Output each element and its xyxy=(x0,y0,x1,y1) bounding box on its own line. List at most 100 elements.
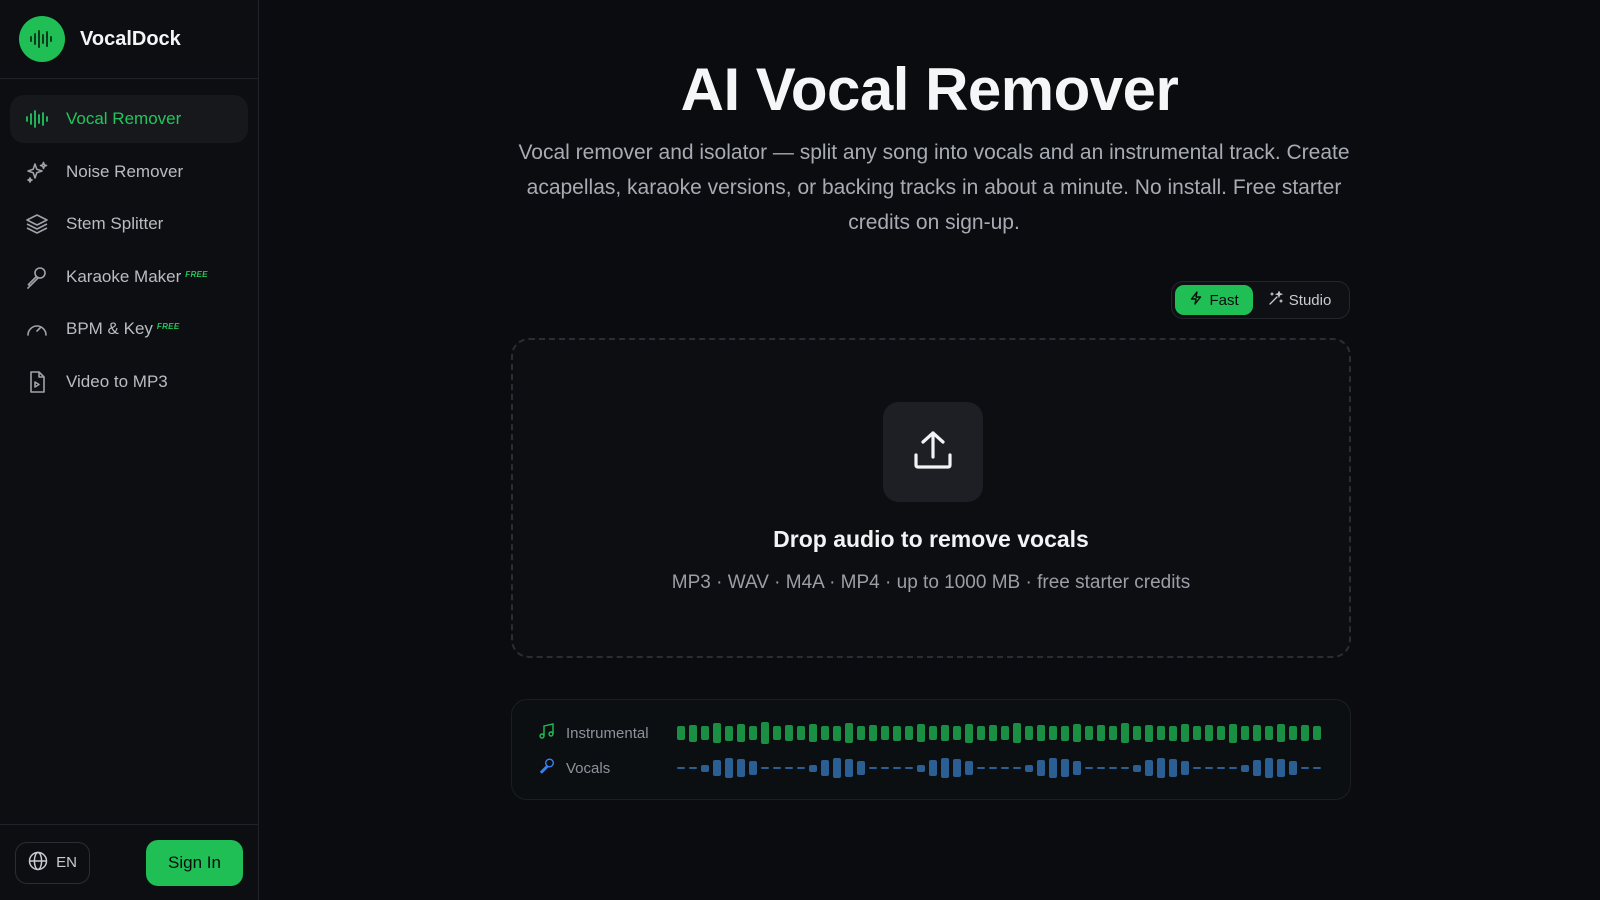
upload-button[interactable] xyxy=(883,402,983,502)
sparkles-icon xyxy=(24,159,50,185)
waveform-bar xyxy=(977,767,985,769)
dropzone-subtitle: MP3 · WAV · M4A · MP4 · up to 1000 MB · … xyxy=(671,572,1191,593)
waveform-bar xyxy=(1229,723,1237,743)
upload-dropzone[interactable]: Drop audio to remove vocals MP3 · WAV · … xyxy=(511,338,1351,658)
waveform-bar xyxy=(1169,725,1177,741)
waveform-bar xyxy=(1025,764,1033,772)
sidebar-item-label: Stem Splitter xyxy=(66,214,164,233)
mode-studio-label: Studio xyxy=(1288,291,1332,309)
stem-preview: Instrumental Vocals xyxy=(511,699,1351,800)
waveform-bar xyxy=(713,760,721,776)
waveform-bar xyxy=(1205,767,1213,769)
waveform-bar xyxy=(905,767,913,769)
waveform-bar xyxy=(809,724,817,742)
waveform-bar xyxy=(1097,725,1105,741)
waveform-bar xyxy=(1301,767,1309,769)
waveform-bar xyxy=(689,724,697,742)
sidebar-item-video-to-mp3[interactable]: Video to MP3 xyxy=(10,358,248,406)
waveform-bar xyxy=(881,767,889,769)
sidebar-item-bpm-key[interactable]: BPM & Key FREE xyxy=(10,305,248,353)
waveform-bar xyxy=(785,725,793,741)
waveform-bar xyxy=(1301,725,1309,741)
waveform-bar xyxy=(1001,726,1009,740)
layers-icon xyxy=(24,211,50,237)
waveform-bar xyxy=(749,726,757,740)
language-label: EN xyxy=(56,854,77,871)
waveform-bar xyxy=(857,761,865,775)
waveform-bar xyxy=(845,759,853,777)
waveform-bar xyxy=(989,767,997,769)
waveform-bar xyxy=(701,764,709,772)
waveform-bar xyxy=(953,759,961,777)
waveform-bar xyxy=(1145,724,1153,742)
waveform-bar xyxy=(1181,761,1189,775)
waveform-bar xyxy=(1037,760,1045,776)
waveform-bar xyxy=(1253,725,1261,741)
waveform-bar xyxy=(1277,724,1285,742)
globe-icon xyxy=(28,851,48,875)
waveform-bar xyxy=(893,725,901,741)
waveform-bar xyxy=(953,726,961,740)
sidebar-item-label: Noise Remover xyxy=(66,161,184,181)
waveform-bar xyxy=(917,764,925,772)
sign-in-button[interactable]: Sign In xyxy=(146,839,243,886)
waveform-bar xyxy=(1097,767,1105,769)
waveform-bar xyxy=(1217,726,1225,740)
sidebar-item-noise-remover[interactable]: Noise Remover xyxy=(10,148,248,196)
waveform-bar xyxy=(1013,767,1021,769)
waveform-bar xyxy=(1157,758,1165,778)
waveform-bar xyxy=(773,767,781,769)
waveform-bar xyxy=(809,764,817,772)
waveform-bar xyxy=(881,726,889,740)
music-note-icon xyxy=(538,722,556,745)
waveform-bar xyxy=(785,767,793,769)
waveform-bar xyxy=(1241,726,1249,740)
waveform-bar xyxy=(905,726,913,740)
waveform-bar xyxy=(1109,726,1117,740)
waveform-bar xyxy=(1121,723,1129,743)
waveform-bar xyxy=(761,767,769,769)
waveform-bar xyxy=(941,758,949,778)
waveform-bar xyxy=(1025,726,1033,740)
sidebar-item-label: Karaoke Maker xyxy=(66,266,182,286)
waveform-bar xyxy=(773,726,781,740)
sidebar-item-vocal-remover[interactable]: Vocal Remover xyxy=(10,95,248,143)
waveform-bar xyxy=(677,726,685,740)
waveform-bar xyxy=(749,761,757,775)
waveform-bar xyxy=(1313,726,1321,740)
waveform-bar xyxy=(869,725,877,741)
vocals-waveform xyxy=(677,755,1329,781)
microphone-icon xyxy=(538,757,556,780)
waveform-bar xyxy=(917,724,925,742)
waveform-bar xyxy=(1013,723,1021,743)
waveform-bar xyxy=(833,758,841,778)
waveform-bar xyxy=(1049,726,1057,740)
waveform-bar xyxy=(737,724,745,742)
waveform-bar xyxy=(1289,726,1297,740)
waveform-bar xyxy=(1037,725,1045,741)
waveform-bar xyxy=(1193,726,1201,740)
brand[interactable]: VocalDock xyxy=(0,0,258,79)
microphone-icon xyxy=(24,264,50,290)
mode-studio-button[interactable]: Studio xyxy=(1253,285,1346,315)
file-music-icon xyxy=(24,369,50,395)
waveform-bar xyxy=(1073,724,1081,742)
waveform-bar xyxy=(797,726,805,740)
gauge-icon xyxy=(24,316,50,342)
mode-fast-button[interactable]: Fast xyxy=(1175,285,1254,315)
waveform-bar xyxy=(689,767,697,769)
waveform-bar xyxy=(701,726,709,740)
magic-wand-icon xyxy=(1268,289,1283,310)
waveform-bar xyxy=(1289,761,1297,775)
mode-toggle: Fast Studio xyxy=(1171,281,1350,319)
vocals-track-row: Vocals xyxy=(538,755,676,781)
lightning-icon xyxy=(1189,291,1203,309)
language-button[interactable]: EN xyxy=(15,841,90,884)
sidebar-item-stem-splitter[interactable]: Stem Splitter xyxy=(10,200,248,248)
instrumental-label: Instrumental xyxy=(566,724,649,742)
sidebar-item-label: Vocal Remover xyxy=(66,109,182,128)
page-subtitle: Vocal remover and isolator — split any s… xyxy=(518,141,1350,234)
waveform-bar xyxy=(1217,767,1225,769)
sidebar-item-karaoke-maker[interactable]: Karaoke Maker FREE xyxy=(10,253,248,301)
waveform-bar xyxy=(1313,767,1321,769)
